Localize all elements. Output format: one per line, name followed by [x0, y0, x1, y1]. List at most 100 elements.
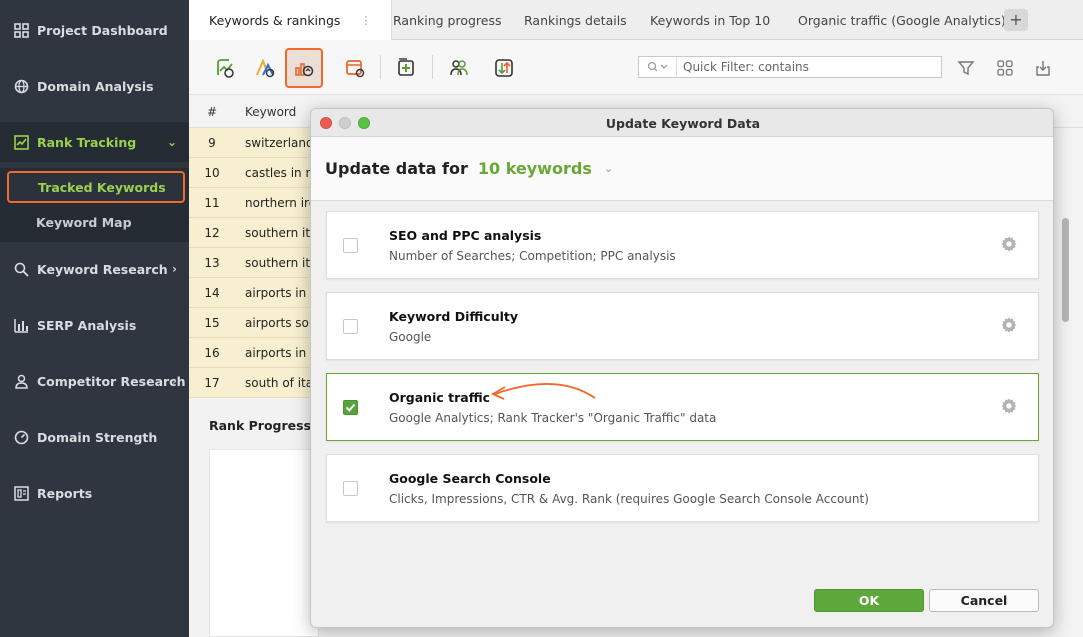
grid-icon: [12, 21, 30, 39]
tab-ranking-progress[interactable]: Ranking progress: [393, 0, 502, 40]
download-icon: [1036, 61, 1050, 76]
sidebar-item-label: Project Dashboard: [37, 22, 168, 38]
chevron-right-icon: ›: [172, 262, 177, 276]
sidebar-item-rank-tracking[interactable]: Rank Tracking ⌄: [0, 122, 189, 162]
row-keyword: airports sou: [245, 315, 317, 330]
kebab-menu-icon[interactable]: ⋮: [360, 14, 371, 27]
sidebar-subitem-keyword-map[interactable]: Keyword Map: [7, 206, 185, 238]
option-organic-traffic[interactable]: Organic traffic Google Analytics; Rank T…: [326, 373, 1039, 441]
table-row[interactable]: 14 airports in s: [189, 278, 319, 308]
report-icon: [12, 484, 30, 502]
calendar-refresh-icon: [346, 60, 365, 78]
quick-filter-input[interactable]: [677, 60, 941, 74]
sidebar-item-serp-analysis[interactable]: SERP Analysis: [0, 305, 189, 345]
sidebar-item-reports[interactable]: Reports: [0, 473, 189, 513]
search-dropdown-icon[interactable]: [639, 57, 677, 77]
table-row[interactable]: 16 airports in s: [189, 338, 319, 368]
table-row[interactable]: 10 castles in n: [189, 158, 319, 188]
tab-rankings-details[interactable]: Rankings details: [524, 0, 627, 40]
sidebar-item-keyword-research[interactable]: Keyword Research ›: [0, 249, 189, 289]
update-keyword-data-dialog: Update Keyword Data Update data for 10 k…: [310, 108, 1054, 628]
option-description: Number of Searches; Competition; PPC ana…: [389, 249, 676, 263]
filter-button[interactable]: [946, 48, 986, 88]
row-number: 15: [204, 315, 220, 330]
sidebar-item-project-dashboard[interactable]: Project Dashboard: [0, 10, 189, 50]
search-icon: [12, 260, 30, 278]
option-title: Google Search Console: [389, 471, 551, 486]
table-row[interactable]: 15 airports sou: [189, 308, 319, 338]
ok-button[interactable]: OK: [814, 589, 924, 612]
row-number: 12: [204, 225, 220, 240]
gauge-icon: [12, 428, 30, 446]
table-row[interactable]: 17 south of ita: [189, 368, 319, 398]
row-keyword: southern ita: [245, 225, 318, 240]
column-header-number[interactable]: #: [189, 95, 235, 128]
sidebar-subitem-tracked-keywords[interactable]: Tracked Keywords: [7, 171, 185, 203]
add-tab-button[interactable]: +: [1004, 9, 1028, 31]
checkmark-icon: [345, 403, 356, 412]
sidebar-subitem-label: Tracked Keywords: [38, 179, 166, 195]
gear-icon[interactable]: [1000, 397, 1018, 415]
tab-label: Keywords in Top 10: [650, 12, 771, 28]
column-header-keyword[interactable]: Keyword: [245, 95, 296, 128]
globe-icon: [12, 77, 30, 95]
tab-keywords-top-10[interactable]: Keywords in Top 10: [650, 0, 770, 40]
dialog-header: Update data for 10 keywords ⌄: [311, 137, 1053, 201]
sidebar-item-label: Domain Analysis: [37, 78, 154, 94]
bar-chart-icon: [12, 316, 30, 334]
option-seo-ppc-analysis[interactable]: SEO and PPC analysis Number of Searches;…: [326, 211, 1039, 279]
option-title: Keyword Difficulty: [389, 309, 519, 324]
checkbox[interactable]: [343, 481, 358, 496]
table-row[interactable]: 13 southern ita: [189, 248, 319, 278]
option-google-search-console[interactable]: Google Search Console Clicks, Impression…: [326, 454, 1039, 522]
add-keywords-button[interactable]: [387, 48, 425, 88]
row-number: 11: [204, 195, 220, 210]
competitors-button[interactable]: [440, 48, 478, 88]
tab-keywords-rankings[interactable]: Keywords & rankings ⋮: [189, 0, 393, 40]
sidebar-item-domain-analysis[interactable]: Domain Analysis: [0, 66, 189, 106]
option-description: Clicks, Impressions, CTR & Avg. Rank (re…: [389, 492, 869, 506]
tab-label: Keywords & rankings: [209, 12, 341, 28]
row-number: 10: [204, 165, 220, 180]
chevron-down-icon[interactable]: ⌄: [604, 162, 613, 175]
update-keyword-data-button[interactable]: [285, 48, 323, 88]
sidebar: Project Dashboard Domain Analysis Rank T…: [0, 0, 189, 637]
table-row[interactable]: 12 southern ita: [189, 218, 319, 248]
sidebar-item-label: Competitor Research: [37, 373, 186, 389]
tab-organic-traffic[interactable]: Organic traffic (Google Analytics): [798, 0, 1006, 40]
sidebar-item-label: Keyword Research: [37, 261, 168, 277]
schedule-update-button[interactable]: [336, 48, 374, 88]
gear-icon[interactable]: [1000, 235, 1018, 253]
sort-button[interactable]: [485, 48, 523, 88]
checkbox[interactable]: [343, 238, 358, 253]
keyword-difficulty-button[interactable]: [246, 48, 284, 88]
table-row[interactable]: 11 northern ire: [189, 188, 319, 218]
difficulty-icon: [256, 58, 275, 78]
sidebar-item-label: Rank Tracking: [37, 134, 137, 150]
sidebar-item-label: SERP Analysis: [37, 317, 137, 333]
columns-button[interactable]: [986, 48, 1024, 88]
sidebar-item-domain-strength[interactable]: Domain Strength: [0, 417, 189, 457]
option-keyword-difficulty[interactable]: Keyword Difficulty Google: [326, 292, 1039, 360]
cancel-button[interactable]: Cancel: [929, 589, 1039, 612]
option-title: Organic traffic: [389, 390, 491, 405]
check-rankings-icon: [217, 59, 234, 78]
row-keyword: southern ita: [245, 255, 318, 270]
gear-icon[interactable]: [1000, 316, 1018, 334]
sidebar-subitem-label: Keyword Map: [36, 214, 132, 230]
table-row[interactable]: 9 switzerland: [189, 128, 319, 158]
option-description: Google Analytics; Rank Tracker's "Organi…: [389, 411, 717, 425]
scrollbar-thumb[interactable]: [1062, 218, 1069, 322]
sidebar-item-competitor-research[interactable]: Competitor Research ›: [0, 361, 189, 401]
checkbox-checked[interactable]: [343, 400, 358, 415]
checkbox[interactable]: [343, 319, 358, 334]
check-rankings-button[interactable]: [206, 48, 244, 88]
row-number: 14: [204, 285, 220, 300]
update-data-for-label: Update data for: [325, 159, 468, 178]
row-keyword: airports in s: [245, 285, 317, 300]
row-keyword: south of ita: [245, 375, 314, 390]
export-button[interactable]: [1024, 48, 1062, 88]
dialog-titlebar: Update Keyword Data: [311, 109, 1053, 137]
keywords-count-dropdown[interactable]: 10 keywords: [478, 159, 592, 178]
tab-label: Rankings details: [524, 12, 627, 28]
